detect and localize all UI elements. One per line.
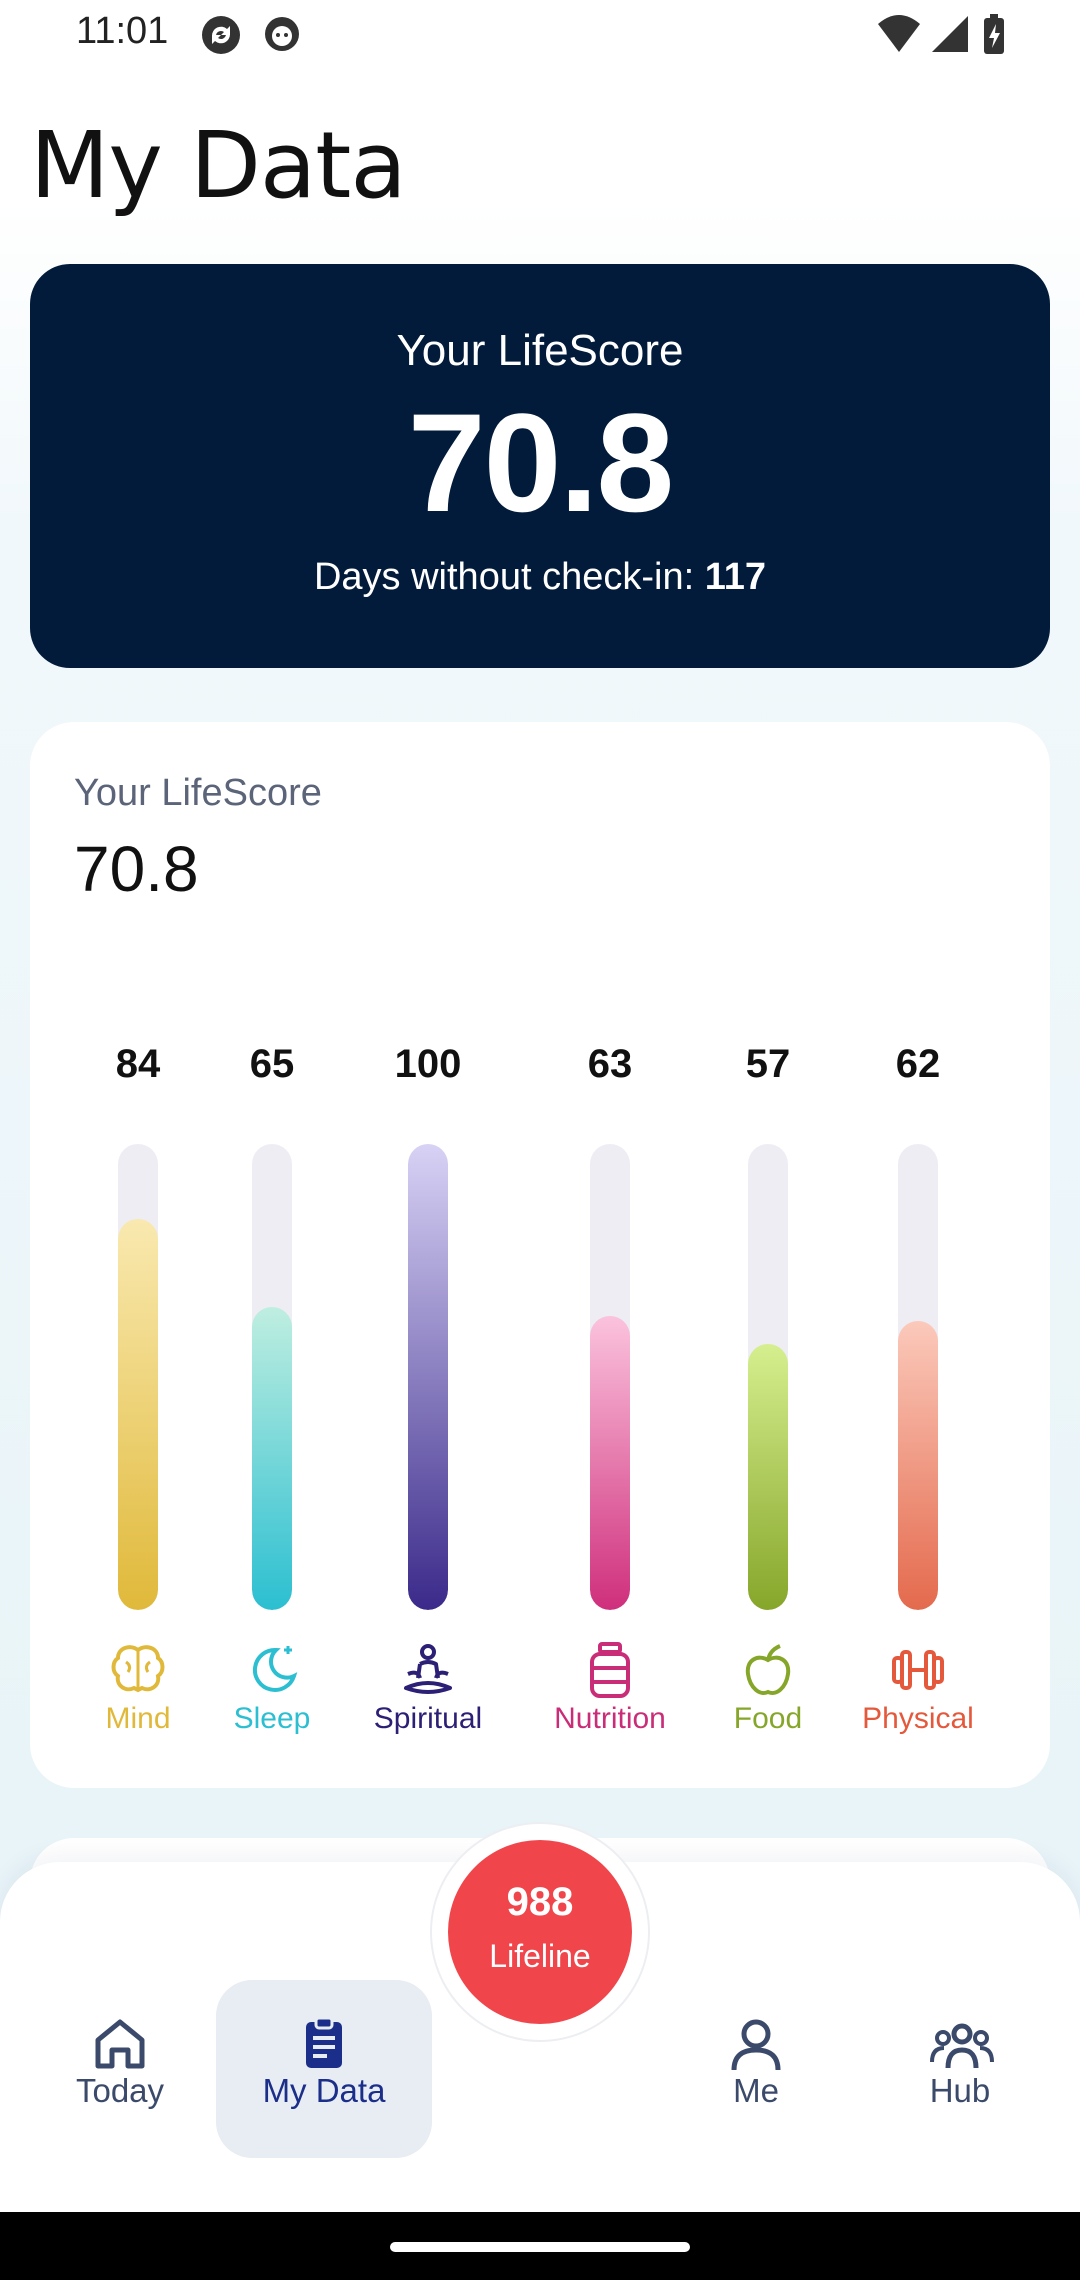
banner-score: 70.8 <box>407 384 674 541</box>
bar-label-food: Food <box>733 1702 803 1735</box>
system-gesture-bar <box>0 2212 1080 2280</box>
battery-charging-icon <box>982 14 1006 61</box>
bar-fill-spiritual <box>408 1144 448 1610</box>
nav-me-label: Me <box>733 2072 779 2109</box>
nav-today[interactable]: Today <box>12 1920 228 2109</box>
clipboard-icon <box>306 2016 342 2068</box>
bar-track-food <box>748 1144 788 1610</box>
bar-label-physical: Physical <box>862 1702 974 1735</box>
card-label: Your LifeScore <box>74 772 322 814</box>
bar-fill-mind <box>118 1219 158 1610</box>
home-gesture-handle[interactable] <box>390 2242 690 2252</box>
apple-icon <box>738 1640 798 1700</box>
banner-label: Your LifeScore <box>396 326 684 375</box>
signal-icon <box>930 14 970 59</box>
sync-icon <box>200 14 242 61</box>
status-time: 11:01 <box>76 10 169 52</box>
android-icon <box>262 14 302 59</box>
page-title: My Data <box>30 112 407 219</box>
bar-track-spiritual <box>408 1144 448 1610</box>
bar-value-food: 57 <box>745 1042 791 1086</box>
bar-value-mind: 84 <box>115 1042 161 1086</box>
nav-today-label: Today <box>75 2072 165 2109</box>
lifeline-label: Lifeline <box>489 1938 591 1974</box>
meditation-icon <box>398 1640 458 1700</box>
bar-label-nutrition: Nutrition <box>554 1702 666 1735</box>
days-label: Days without check-in: <box>313 556 695 598</box>
supplement-jar-icon <box>580 1640 640 1700</box>
bar-fill-physical <box>898 1321 938 1610</box>
group-icon <box>930 2023 994 2069</box>
bar-track-sleep <box>252 1144 292 1610</box>
lifescore-chart-card: Your LifeScore 70.8 84 Mind 65 Sleep 100 Spir… <box>30 722 1050 1788</box>
dumbbell-icon <box>888 1640 948 1700</box>
person-icon <box>731 2019 781 2071</box>
bar-label-spiritual: Spiritual <box>373 1702 483 1735</box>
brain-icon <box>108 1640 168 1700</box>
bar-track-mind <box>118 1144 158 1610</box>
nav-my-data-label: My Data <box>262 2072 386 2109</box>
bar-value-sleep: 65 <box>249 1042 295 1086</box>
nav-me[interactable]: Me <box>648 1920 864 2109</box>
bar-label-mind: Mind <box>105 1702 171 1735</box>
bar-fill-nutrition <box>590 1316 630 1610</box>
nav-my-data[interactable]: My Data <box>216 1920 432 2158</box>
bar-track-nutrition <box>590 1144 630 1610</box>
lifeline-button[interactable]: 988 Lifeline <box>448 1840 632 2024</box>
nav-hub-label: Hub <box>929 2072 991 2109</box>
lifescore-banner: Your LifeScore 70.8 Days without check-i… <box>30 264 1050 668</box>
bar-value-physical: 62 <box>895 1042 941 1086</box>
lifeline-count: 988 <box>506 1880 574 1924</box>
days-value: 117 <box>704 556 767 598</box>
days-without-checkin: Days without check-in: 117 <box>30 556 1050 599</box>
bar-track-physical <box>898 1144 938 1610</box>
moon-stars-icon <box>242 1640 302 1700</box>
home-icon <box>95 2019 145 2069</box>
bar-value-spiritual: 100 <box>394 1042 462 1086</box>
status-bar: 11:01 <box>0 0 1080 68</box>
bar-label-sleep: Sleep <box>233 1702 311 1735</box>
bar-value-nutrition: 63 <box>587 1042 633 1086</box>
bar-fill-food <box>748 1344 788 1610</box>
nav-hub[interactable]: Hub <box>852 1920 1068 2109</box>
wifi-icon <box>876 14 922 59</box>
bar-fill-sleep <box>252 1307 292 1610</box>
card-score: 70.8 <box>74 833 199 905</box>
